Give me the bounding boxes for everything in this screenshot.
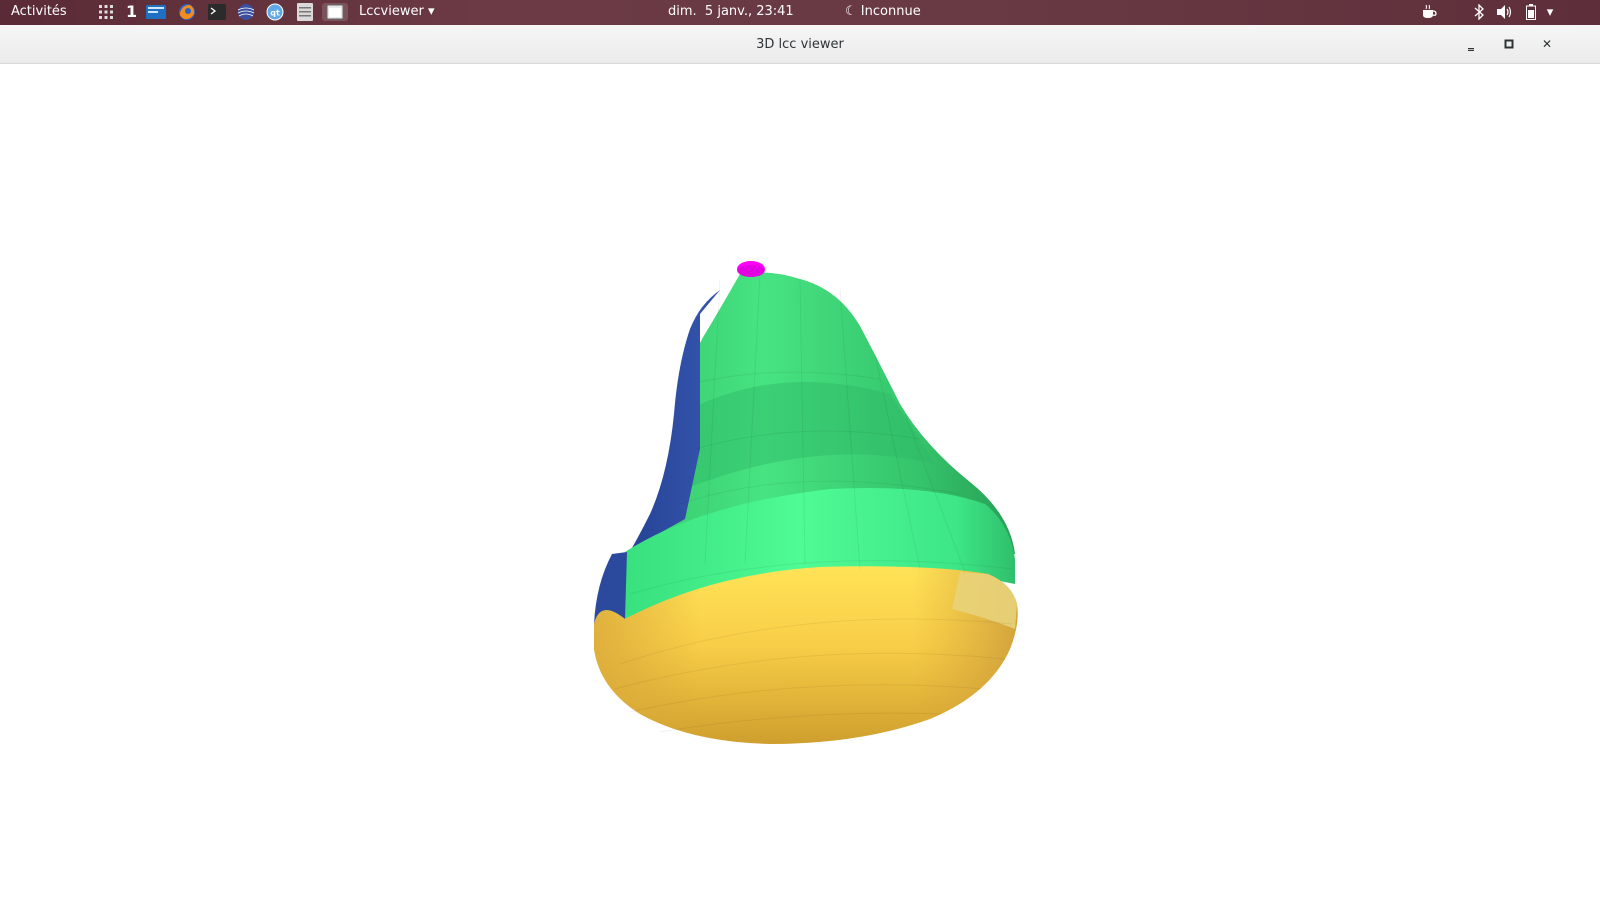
file-manager-icon[interactable]	[146, 3, 166, 21]
network-globe-icon[interactable]	[236, 3, 256, 21]
presence-status[interactable]: ☾ Inconnue	[845, 4, 921, 19]
maximize-icon	[1504, 39, 1514, 49]
text-editor-icon[interactable]	[295, 3, 315, 21]
maximize-button[interactable]	[1500, 35, 1518, 53]
lcc-3d-render	[594, 261, 1018, 744]
window-title: 3D lcc viewer	[756, 37, 844, 52]
window-title-bar[interactable]: 3D lcc viewer ‗ ✕	[0, 25, 1600, 64]
volume-icon[interactable]	[1496, 3, 1514, 21]
moon-icon: ☾	[845, 4, 857, 19]
gnome-top-bar: Activités 1 qt Lccviewer ▾ dim. 5 janv.,…	[0, 0, 1600, 25]
battery-icon[interactable]	[1522, 3, 1540, 21]
window-icon[interactable]	[322, 3, 348, 21]
app-menu-button[interactable]: Lccviewer ▾	[359, 4, 434, 19]
svg-text:qt: qt	[270, 9, 280, 18]
clock[interactable]: dim. 5 janv., 23:41	[668, 4, 794, 19]
workspace-indicator[interactable]: 1	[126, 2, 137, 21]
coffee-icon[interactable]	[1420, 3, 1438, 21]
minimize-icon: ‗	[1468, 37, 1474, 51]
apps-grid-icon[interactable]	[96, 3, 116, 21]
presence-label: Inconnue	[860, 4, 921, 19]
close-icon: ✕	[1541, 37, 1553, 51]
system-menu-arrow-icon[interactable]: ▾	[1541, 3, 1559, 21]
activities-button[interactable]: Activités	[11, 4, 67, 19]
terminal-icon[interactable]	[207, 3, 227, 21]
close-button[interactable]: ✕	[1538, 35, 1556, 53]
minimize-button[interactable]: ‗	[1462, 35, 1480, 53]
bluetooth-icon[interactable]	[1470, 3, 1488, 21]
qt-creator-icon[interactable]: qt	[265, 3, 285, 21]
gl-viewport[interactable]	[0, 64, 1600, 900]
firefox-icon[interactable]	[177, 3, 197, 21]
